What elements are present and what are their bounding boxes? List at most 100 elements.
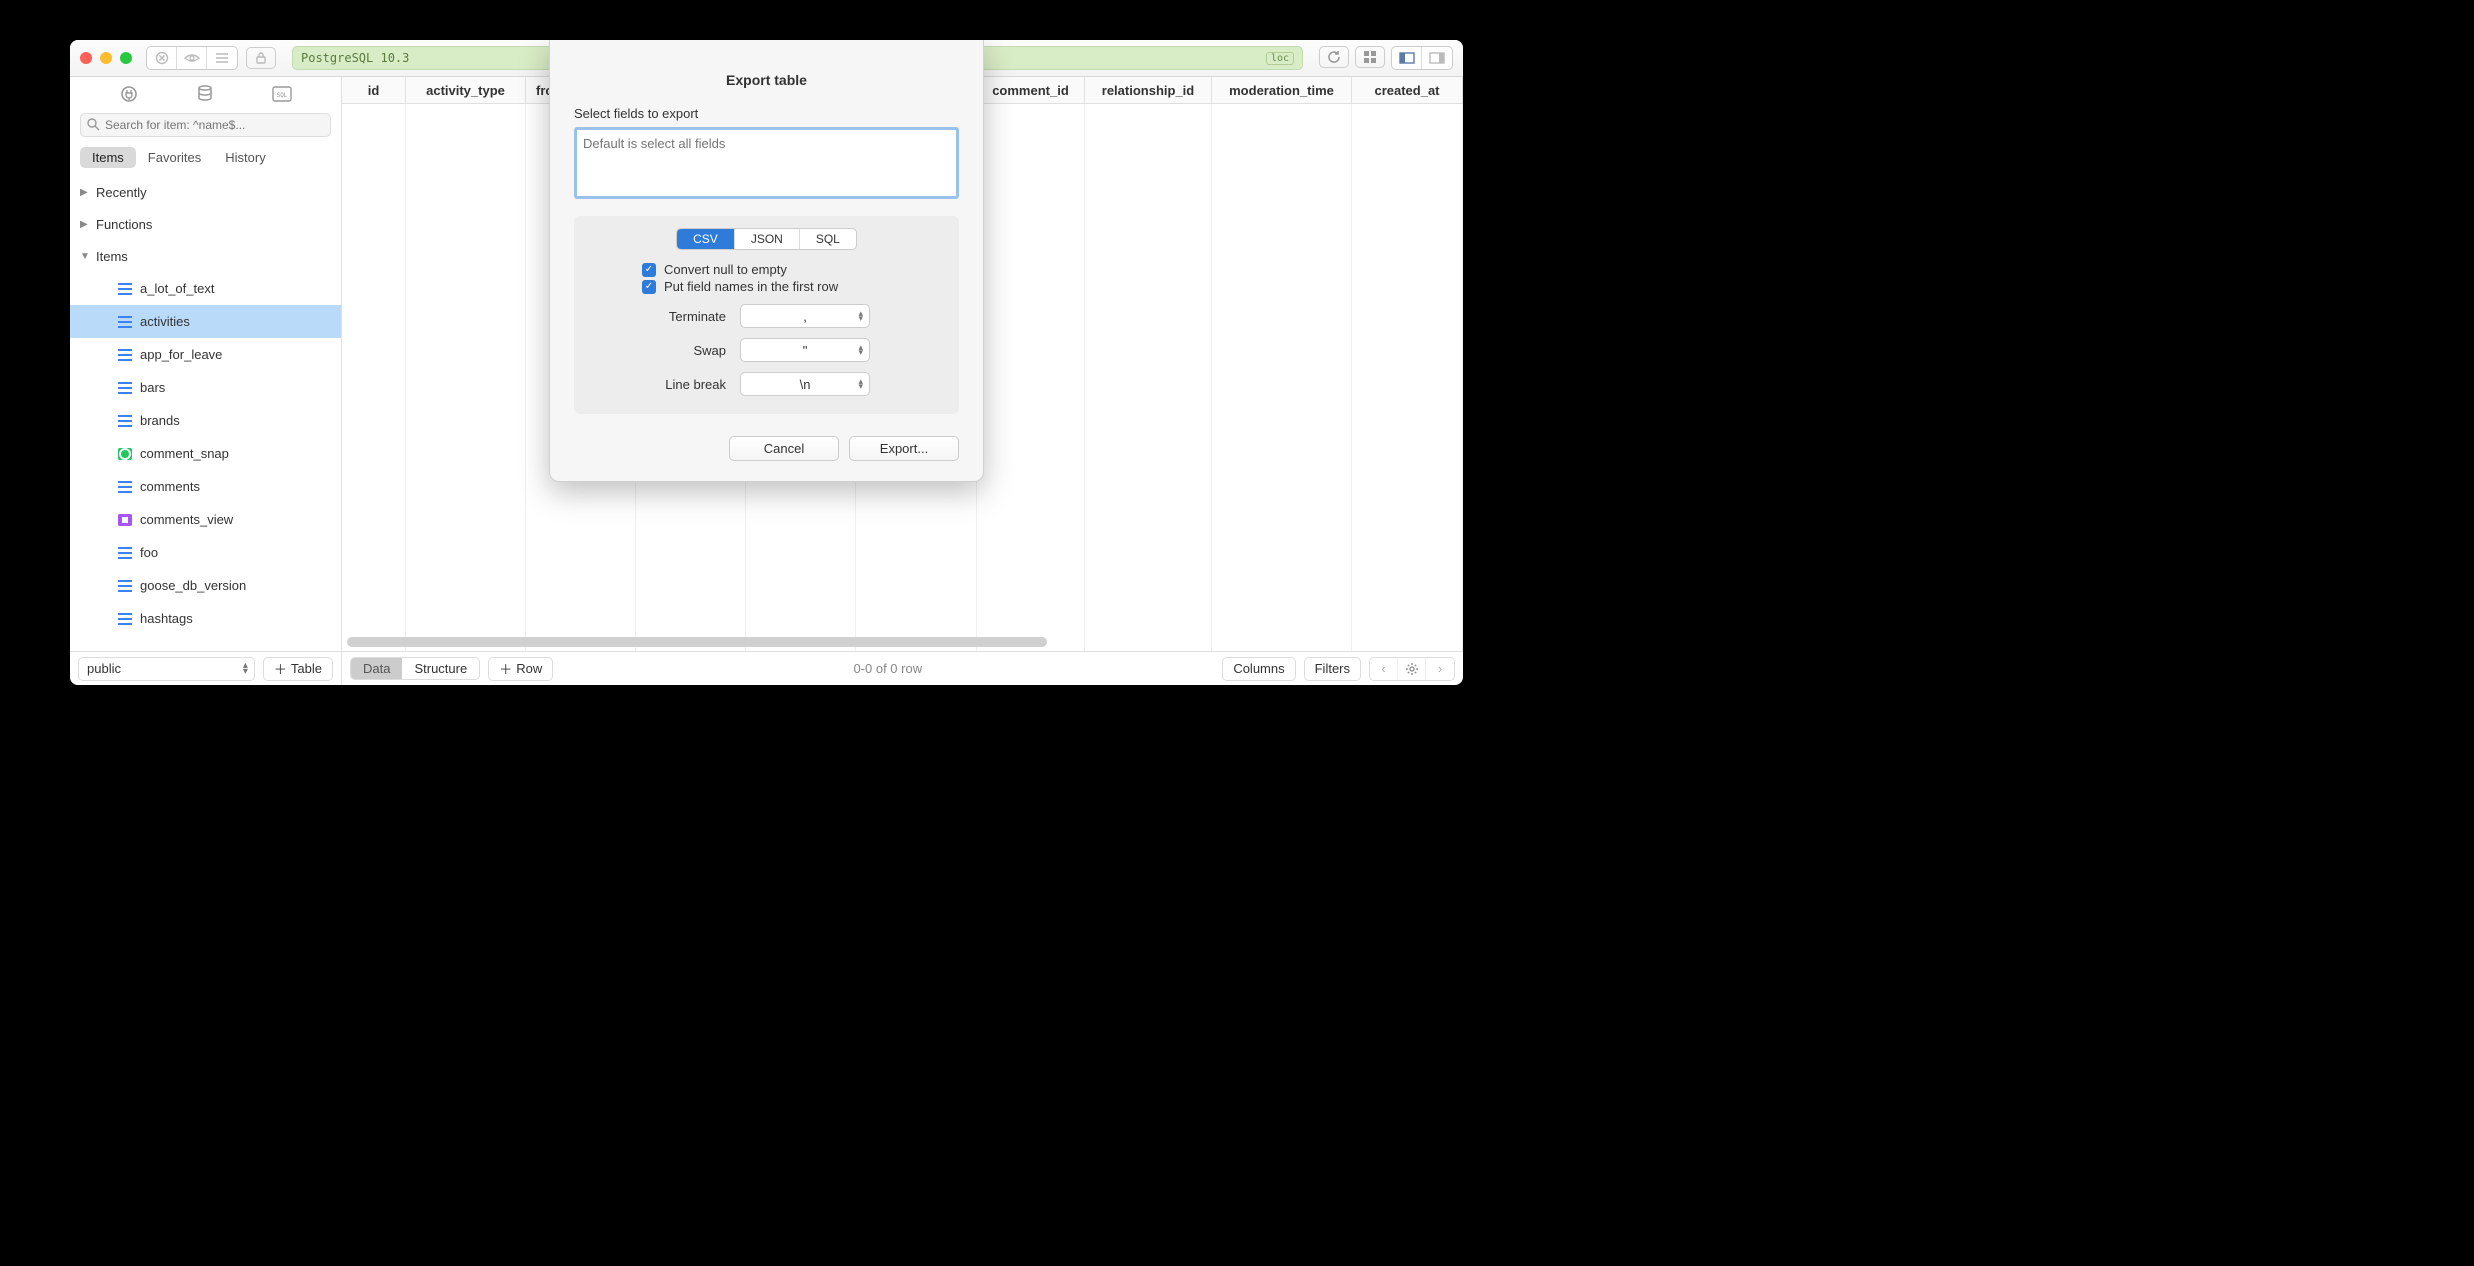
swap-label: Swap bbox=[590, 343, 740, 358]
refresh-icon[interactable] bbox=[1319, 46, 1349, 68]
fields-textarea[interactable] bbox=[574, 127, 959, 199]
columns-button[interactable]: Columns bbox=[1222, 657, 1295, 681]
sql-icon[interactable]: SQL bbox=[272, 86, 292, 102]
format-sql[interactable]: SQL bbox=[800, 229, 856, 249]
database-icon[interactable] bbox=[197, 85, 213, 103]
lock-icon[interactable] bbox=[246, 47, 276, 69]
column-header[interactable]: moderation_time bbox=[1212, 77, 1352, 103]
table-icon bbox=[118, 283, 132, 295]
main-bottom-bar: Data Structure ＋ Row 0-0 of 0 row Column… bbox=[342, 651, 1463, 685]
export-table-modal: Export table Select fields to export CSV… bbox=[549, 40, 984, 482]
view-icon bbox=[118, 514, 132, 526]
prev-page-button[interactable]: ‹ bbox=[1370, 658, 1398, 680]
column-header[interactable]: comment_id bbox=[977, 77, 1085, 103]
table-item[interactable]: app_for_leave bbox=[70, 338, 341, 371]
zoom-window-button[interactable] bbox=[120, 52, 132, 64]
checkbox-icon: ✓ bbox=[642, 280, 656, 294]
sidebar-tree: ▶Recently ▶Functions ▼Items a_lot_of_tex… bbox=[70, 174, 341, 651]
modal-title: Export table bbox=[574, 72, 959, 88]
schema-select[interactable]: public ▴▾ bbox=[78, 657, 255, 681]
structure-tab[interactable]: Structure bbox=[402, 658, 479, 679]
table-item[interactable]: hashtags bbox=[70, 602, 341, 635]
plus-icon: ＋ bbox=[499, 659, 512, 678]
table-icon bbox=[118, 580, 132, 592]
column-header[interactable]: relationship_id bbox=[1085, 77, 1212, 103]
tab-favorites[interactable]: Favorites bbox=[136, 147, 213, 168]
format-csv[interactable]: CSV bbox=[677, 229, 735, 249]
swap-select[interactable]: " ▴▾ bbox=[740, 338, 870, 362]
pager: ‹ › bbox=[1369, 657, 1455, 681]
linebreak-label: Line break bbox=[590, 377, 740, 392]
view-mode-segment: Data Structure bbox=[350, 657, 480, 680]
chevron-updown-icon: ▴▾ bbox=[858, 379, 863, 389]
table-icon bbox=[118, 547, 132, 559]
plug-icon[interactable] bbox=[120, 85, 138, 103]
eye-icon[interactable] bbox=[177, 47, 207, 69]
table-icon bbox=[118, 316, 132, 328]
horizontal-scrollbar[interactable] bbox=[347, 637, 1458, 647]
tab-history[interactable]: History bbox=[213, 147, 277, 168]
export-button[interactable]: Export... bbox=[849, 436, 959, 461]
search-input[interactable] bbox=[80, 113, 331, 137]
table-icon bbox=[118, 349, 132, 361]
pane-right-icon[interactable] bbox=[1422, 47, 1452, 69]
toolbar-right bbox=[1319, 46, 1453, 70]
toolbar-pane-toggle bbox=[1391, 46, 1453, 70]
tree-group-recently[interactable]: ▶Recently bbox=[70, 176, 341, 208]
linebreak-select[interactable]: \n ▴▾ bbox=[740, 372, 870, 396]
gear-icon[interactable] bbox=[1398, 658, 1426, 680]
list-icon[interactable] bbox=[207, 47, 237, 69]
materialized-view-icon bbox=[118, 448, 132, 460]
stop-icon[interactable] bbox=[147, 47, 177, 69]
format-json[interactable]: JSON bbox=[735, 229, 800, 249]
table-item[interactable]: a_lot_of_text bbox=[70, 272, 341, 305]
table-item[interactable]: comments bbox=[70, 470, 341, 503]
filters-button[interactable]: Filters bbox=[1304, 657, 1361, 681]
tab-items[interactable]: Items bbox=[80, 147, 136, 168]
toolbar-group-left bbox=[146, 46, 238, 70]
terminate-label: Terminate bbox=[590, 309, 740, 324]
close-window-button[interactable] bbox=[80, 52, 92, 64]
data-tab[interactable]: Data bbox=[351, 658, 402, 679]
format-segment: CSV JSON SQL bbox=[676, 228, 857, 250]
checkbox-convert-null[interactable]: ✓ Convert null to empty bbox=[642, 262, 943, 277]
column-header[interactable]: activity_type bbox=[406, 77, 526, 103]
table-item[interactable]: brands bbox=[70, 404, 341, 437]
tree-group-functions[interactable]: ▶Functions bbox=[70, 208, 341, 240]
table-item[interactable]: comment_snap bbox=[70, 437, 341, 470]
column-header[interactable]: id bbox=[342, 77, 406, 103]
checkbox-icon: ✓ bbox=[642, 263, 656, 277]
row-count-label: 0-0 of 0 row bbox=[561, 661, 1214, 676]
tree-group-items[interactable]: ▼Items bbox=[70, 240, 341, 272]
pane-left-icon[interactable] bbox=[1392, 47, 1422, 69]
sidebar: SQL Items Favorites History ▶Recently ▶F… bbox=[70, 77, 342, 685]
add-table-button[interactable]: ＋ Table bbox=[263, 657, 333, 681]
table-icon bbox=[118, 613, 132, 625]
cancel-button[interactable]: Cancel bbox=[729, 436, 839, 461]
next-page-button[interactable]: › bbox=[1426, 658, 1454, 680]
sidebar-search bbox=[80, 113, 331, 137]
sidebar-tabs: Items Favorites History bbox=[70, 143, 341, 174]
table-icon bbox=[118, 382, 132, 394]
grid-icon[interactable] bbox=[1355, 46, 1385, 68]
svg-text:SQL: SQL bbox=[276, 92, 287, 99]
add-row-button[interactable]: ＋ Row bbox=[488, 657, 553, 681]
table-icon bbox=[118, 415, 132, 427]
table-item[interactable]: bars bbox=[70, 371, 341, 404]
search-icon bbox=[87, 118, 100, 131]
column-header[interactable]: created_at bbox=[1352, 77, 1463, 103]
minimize-window-button[interactable] bbox=[100, 52, 112, 64]
checkbox-field-names[interactable]: ✓ Put field names in the first row bbox=[642, 279, 943, 294]
terminate-select[interactable]: , ▴▾ bbox=[740, 304, 870, 328]
modal-buttons: Cancel Export... bbox=[574, 436, 959, 461]
sidebar-mode-icons: SQL bbox=[70, 77, 341, 107]
table-icon bbox=[118, 481, 132, 493]
table-item[interactable]: foo bbox=[70, 536, 341, 569]
chevron-updown-icon: ▴▾ bbox=[858, 311, 863, 321]
window-controls bbox=[80, 52, 132, 64]
table-item[interactable]: goose_db_version bbox=[70, 569, 341, 602]
export-options: CSV JSON SQL ✓ Convert null to empty ✓ P… bbox=[574, 216, 959, 414]
table-item[interactable]: comments_view bbox=[70, 503, 341, 536]
chevron-updown-icon: ▴▾ bbox=[858, 345, 863, 355]
table-item[interactable]: activities bbox=[70, 305, 341, 338]
